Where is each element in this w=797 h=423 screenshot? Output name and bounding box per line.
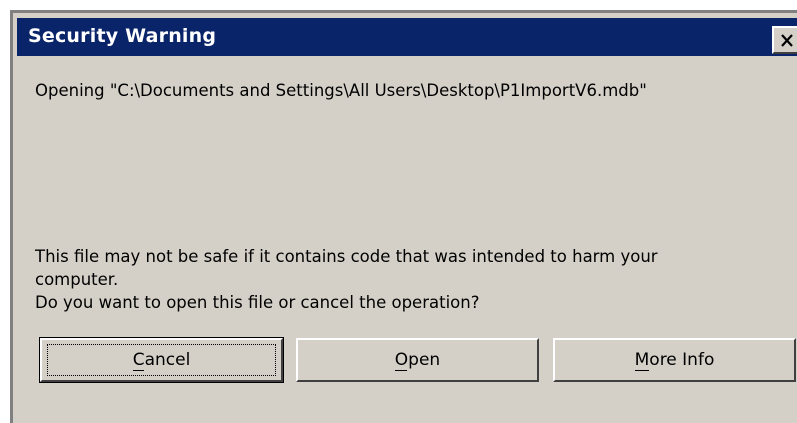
more-info-button[interactable]: More Info <box>553 338 796 382</box>
warning-text-line-1: This file may not be safe if it contains… <box>35 247 658 266</box>
open-button-label: Open <box>394 350 441 370</box>
close-icon <box>780 33 794 47</box>
mnemonic-underline <box>132 370 144 371</box>
warning-text-line-2: computer. <box>35 270 119 289</box>
close-button[interactable] <box>772 26 797 54</box>
security-warning-dialog: Security Warning Opening "C:\Documents a… <box>10 10 797 423</box>
open-button[interactable]: Open <box>296 338 539 382</box>
open-button-label-wrap: Open <box>394 350 441 371</box>
more-info-button-label-wrap: More Info <box>634 350 715 371</box>
more-info-button-label: More Info <box>634 350 715 370</box>
cancel-button-label: Cancel <box>132 350 191 370</box>
question-text: Do you want to open this file or cancel … <box>35 293 480 312</box>
dialog-title: Security Warning <box>28 25 217 47</box>
mnemonic-underline <box>634 370 649 371</box>
title-bar[interactable]: Security Warning <box>17 18 797 56</box>
cancel-button[interactable]: Cancel <box>39 337 284 383</box>
mnemonic-underline <box>394 370 407 371</box>
opening-file-path: Opening "C:\Documents and Settings\All U… <box>35 81 647 100</box>
cancel-button-label-wrap: Cancel <box>132 350 191 371</box>
